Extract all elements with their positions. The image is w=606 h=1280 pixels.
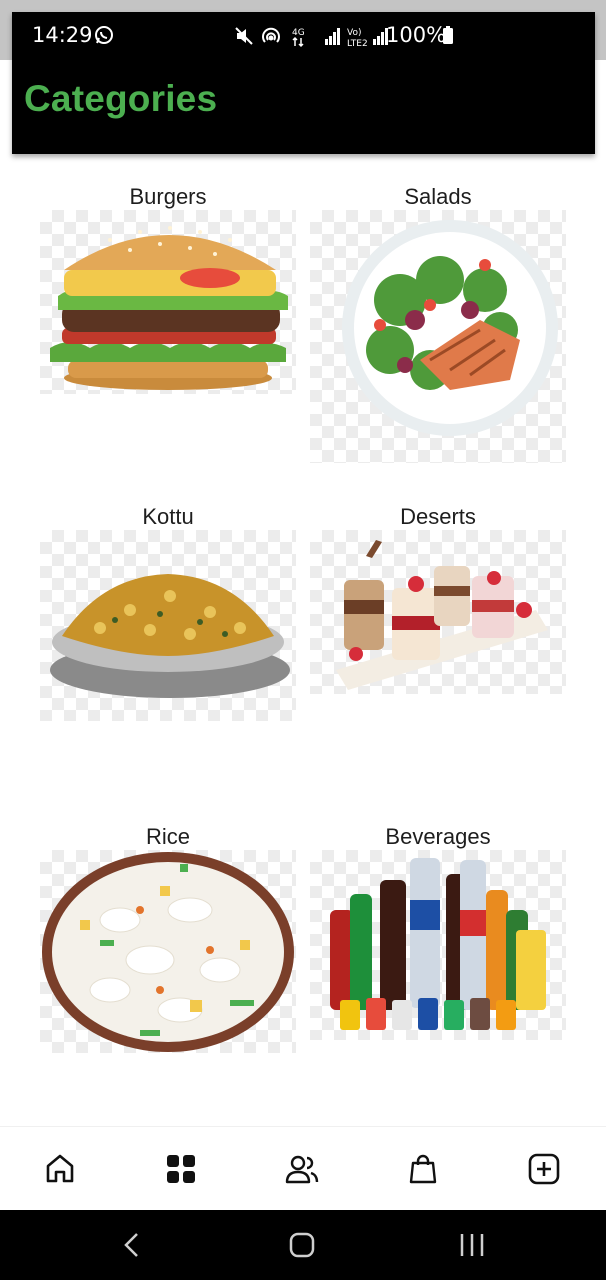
category-beverages[interactable]: Beverages: [310, 824, 566, 1042]
battery-icon: [443, 26, 453, 44]
system-navigation: [0, 1210, 606, 1280]
volte-icon: Vo) LTE2: [347, 28, 368, 48]
status-bar: 14:29 4G Vo) LTE2 100%: [12, 12, 595, 62]
network-4g-icon: 4G: [292, 28, 305, 48]
whatsapp-icon: [95, 26, 113, 44]
category-label: Kottu: [142, 504, 194, 529]
hotspot-icon: [262, 27, 280, 43]
nav-users[interactable]: [242, 1127, 362, 1211]
mute-icon: [235, 27, 253, 45]
category-label: Beverages: [385, 824, 491, 849]
category-label: Deserts: [400, 504, 476, 529]
category-label: Rice: [145, 824, 190, 849]
category-deserts[interactable]: Deserts: [310, 504, 566, 694]
category-burgers[interactable]: Burgers: [40, 184, 296, 394]
battery-percent: 100%: [386, 23, 447, 47]
status-time: 14:29: [32, 23, 93, 47]
nav-add[interactable]: [484, 1127, 604, 1211]
beverages-image: [310, 850, 566, 1040]
burger-image: [40, 210, 296, 394]
category-salads[interactable]: Salads: [310, 184, 566, 464]
recents-icon[interactable]: [458, 1232, 486, 1258]
users-icon: [285, 1155, 319, 1184]
bottom-navigation: [0, 1126, 606, 1211]
kottu-image: [40, 530, 296, 721]
nav-categories[interactable]: [121, 1127, 241, 1211]
nav-cart[interactable]: [363, 1127, 483, 1211]
page-title: Categories: [24, 78, 218, 119]
rice-image: [40, 850, 296, 1053]
svg-text:Vo): Vo): [347, 28, 361, 38]
grid-icon: [167, 1155, 195, 1183]
shopping-bag-icon: [409, 1154, 437, 1184]
home-icon: [46, 1154, 74, 1183]
category-kottu[interactable]: Kottu: [40, 504, 296, 722]
desserts-image: [310, 530, 566, 694]
add-box-icon: [528, 1153, 560, 1185]
svg-text:4G: 4G: [292, 28, 305, 38]
home-circle-icon[interactable]: [288, 1232, 316, 1258]
category-label: Burgers: [129, 184, 207, 209]
category-rice[interactable]: Rice: [40, 824, 296, 1054]
signal-icon: [325, 28, 340, 45]
svg-text:LTE2: LTE2: [347, 39, 368, 48]
salad-image: [310, 210, 566, 463]
nav-home[interactable]: [0, 1127, 120, 1211]
back-icon[interactable]: [122, 1232, 142, 1258]
category-label: Salads: [404, 184, 472, 209]
